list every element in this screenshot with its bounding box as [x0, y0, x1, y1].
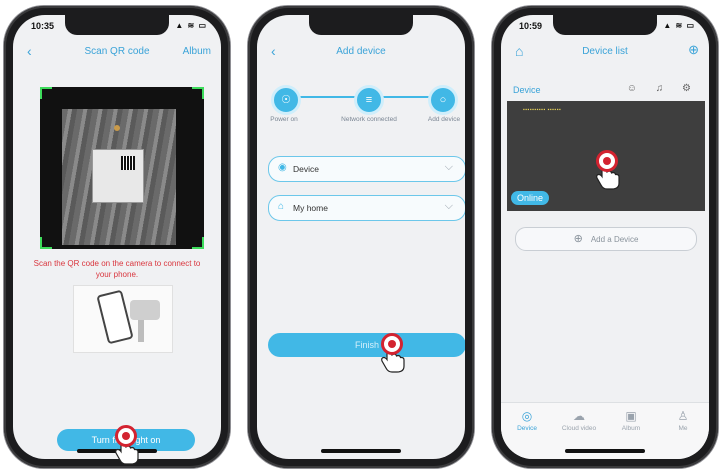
step-connector: [381, 96, 429, 98]
add-icon[interactable]: ⊕: [688, 42, 699, 58]
step-label-network: Network connected: [341, 116, 397, 123]
add-device-label: Add a Device: [590, 235, 639, 244]
screen-scan-qr: 10:35 ▲ ≋ ▭ ‹ Scan QR code Album Scan th…: [13, 15, 221, 459]
status-icons: ▲ ≋ ▭: [663, 21, 695, 30]
viewfinder-corner: [192, 237, 204, 249]
status-time: 10:35: [31, 21, 55, 31]
tap-hand-icon: [379, 333, 407, 373]
home-value: My home: [293, 203, 328, 213]
qr-code-icon: [121, 156, 135, 170]
plus-circle-icon: ⊕: [573, 233, 583, 245]
home-indicator: [321, 449, 401, 453]
album-icon: ▣: [625, 409, 637, 423]
notch: [309, 15, 413, 35]
page-title: Device list: [582, 46, 628, 57]
phone-illustration-icon: [96, 289, 134, 345]
qr-scan-viewfinder: [40, 87, 204, 249]
chevron-down-icon: ⌵: [444, 161, 453, 173]
power-on-step-icon: ☉: [271, 85, 301, 115]
tap-indicator: [381, 333, 403, 355]
tab-label: Me: [678, 425, 688, 432]
add-device-button[interactable]: ⊕ Add a Device: [515, 227, 697, 251]
page-title: Add device: [336, 46, 386, 57]
tap-hand-icon: [594, 150, 622, 190]
status-badge: Online: [511, 191, 550, 205]
navbar: ‹ Add device: [257, 39, 465, 65]
camera-label-sticker: [92, 149, 144, 203]
viewfinder-corner: [40, 87, 52, 99]
camera-tab-icon: ◎: [521, 409, 533, 423]
tab-label: Cloud video: [561, 425, 597, 432]
device-card-header: Device ☺ ♫ ⚙: [501, 83, 709, 99]
step-label-add-device: Add device: [427, 116, 461, 123]
finish-button[interactable]: Finish: [268, 333, 465, 357]
add-device-step-icon: ○: [428, 85, 458, 115]
phone-frame-add-device: ‹ Add device ☉ ≡ ○ Power on Network conn…: [248, 6, 474, 468]
cloud-icon: ☁: [573, 409, 585, 423]
viewfinder-corner: [40, 237, 52, 249]
tab-album[interactable]: ▣ Album: [606, 409, 656, 432]
device-name-value: Device: [293, 164, 319, 174]
notch: [553, 15, 657, 35]
screen-add-device: ‹ Add device ☉ ≡ ○ Power on Network conn…: [257, 15, 465, 459]
navbar: ‹ Scan QR code Album: [13, 39, 221, 65]
camera-screw: [114, 125, 120, 131]
tab-device[interactable]: ◎ Device: [502, 409, 552, 432]
person-icon: ♙: [677, 409, 689, 423]
tab-cloud-video[interactable]: ☁ Cloud video: [554, 409, 604, 432]
viewfinder-corner: [192, 87, 204, 99]
navbar: ⌂ Device list ⊕: [501, 39, 709, 65]
tap-hand-icon: [113, 425, 141, 465]
phone-frame-scan: 10:35 ▲ ≋ ▭ ‹ Scan QR code Album Scan th…: [4, 6, 230, 468]
tab-label: Device: [517, 425, 537, 432]
status-icons: ▲ ≋ ▭: [175, 21, 207, 30]
camera-mount-icon: [138, 320, 144, 342]
step-connector: [297, 96, 355, 98]
tab-me[interactable]: ♙ Me: [658, 409, 708, 432]
tap-indicator: [596, 150, 618, 172]
status-time: 10:59: [519, 21, 543, 31]
network-step-icon: ≡: [354, 85, 384, 115]
device-action-icons[interactable]: ☺ ♫ ⚙: [627, 83, 699, 94]
step-label-power-on: Power on: [270, 116, 298, 123]
location-pin-icon: ◉: [278, 162, 287, 173]
notch: [65, 15, 169, 35]
device-name[interactable]: Device: [513, 85, 541, 95]
home-indicator: [565, 449, 645, 453]
screen-device-list: 10:59 ▲ ≋ ▭ ⌂ Device list ⊕ Device ☺ ♫ ⚙…: [501, 15, 709, 459]
setup-steps: ☉ ≡ ○ Power on Network connected Add dev…: [257, 77, 465, 137]
home-select-field[interactable]: ⌂ My home ⌵: [268, 195, 465, 221]
scan-instruction: Scan the QR code on the camera to connec…: [33, 259, 201, 279]
home-icon: ⌂: [278, 201, 285, 212]
video-timestamp-overlay: ▪▪▪▪▪▪▪▪▪▪ ▪▪▪▪▪▪: [523, 107, 562, 113]
tab-label: Album: [621, 425, 641, 432]
album-link[interactable]: Album: [183, 46, 211, 57]
tap-indicator: [115, 425, 137, 447]
camera-illustration-icon: [130, 300, 160, 320]
camera-preview-image: [62, 109, 176, 245]
device-name-field[interactable]: ◉ Device ⌵: [268, 156, 465, 182]
phone-frame-device-list: 10:59 ▲ ≋ ▭ ⌂ Device list ⊕ Device ☺ ♫ ⚙…: [492, 6, 718, 468]
chevron-down-icon: ⌵: [444, 200, 453, 212]
scan-illustration: [73, 285, 173, 353]
